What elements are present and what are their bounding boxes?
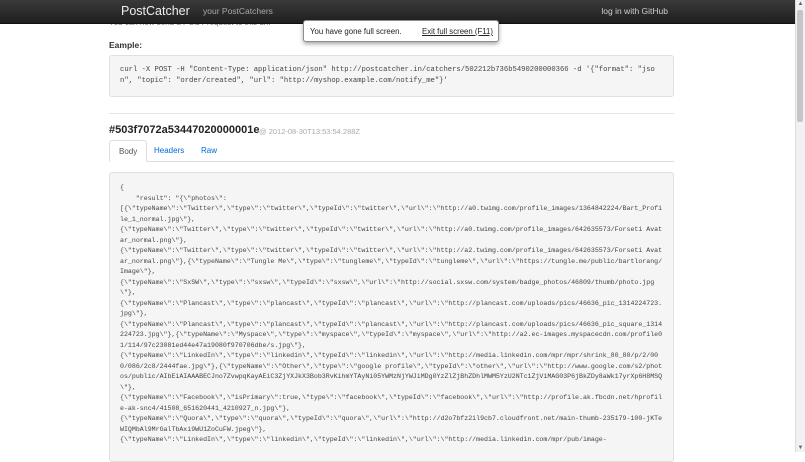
scroll-down-arrow-icon[interactable]: ▼ bbox=[797, 444, 804, 452]
your-postcatchers-link[interactable]: your PostCatchers bbox=[203, 6, 273, 16]
code-line: { bbox=[120, 184, 124, 191]
code-line: {\"typeName\":\"Twitter\",\"type\":\"twi… bbox=[120, 247, 663, 275]
code-line: {\"typeName\":\"Quora\",\"type\":\"quora… bbox=[120, 415, 663, 433]
scroll-up-arrow-icon[interactable]: ▲ bbox=[797, 0, 804, 8]
fullscreen-message: You have gone full screen. bbox=[310, 27, 402, 36]
catch-id-heading: #503f7072a53447020000001e bbox=[109, 124, 260, 136]
exit-fullscreen-link[interactable]: Exit full screen (F11) bbox=[422, 27, 493, 36]
brand-logo[interactable]: PostCatcher bbox=[121, 4, 190, 18]
code-line: {\"typeName\":\"SxSW\",\"type\":\"sxsw\"… bbox=[120, 278, 655, 297]
fullscreen-notice: You have gone full screen. Exit full scr… bbox=[303, 20, 499, 42]
section-divider bbox=[109, 113, 674, 114]
catch-tabs: Body Headers Raw bbox=[109, 140, 674, 162]
catch-timestamp: @ 2012-08-30T13:53:54.288Z bbox=[259, 127, 361, 136]
tab-body[interactable]: Body bbox=[109, 140, 148, 162]
github-login-link[interactable]: log in with GitHub bbox=[601, 6, 668, 16]
code-line: {\"typeName\":\"LinkedIn\",\"type\":\"li… bbox=[120, 352, 663, 391]
example-label: Eample: bbox=[109, 40, 143, 50]
example-code-block: curl -X POST -H "Content-Type: applicati… bbox=[109, 55, 674, 97]
scrollbar-thumb[interactable] bbox=[797, 10, 803, 122]
tab-raw[interactable]: Raw bbox=[192, 140, 226, 161]
code-line: {\"typeName\":\"LinkedIn\",\"type\":\"li… bbox=[120, 436, 607, 443]
code-line: [{\"typeName\":\"Twitter\",\"type\":\"tw… bbox=[120, 205, 663, 223]
tab-headers[interactable]: Headers bbox=[145, 140, 193, 161]
code-line: {\"typeName\":\"Plancast\",\"type\":\"pl… bbox=[120, 299, 663, 318]
vertical-scrollbar[interactable]: ▲ ▼ bbox=[795, 0, 805, 452]
code-line: "result": "{\"photos\": bbox=[120, 194, 227, 202]
code-line: {\"typeName\":\"Facebook\",\"isPrimary\"… bbox=[120, 394, 663, 412]
request-body-code-block: { "result": "{\"photos\": [{\"typeName\"… bbox=[109, 172, 674, 462]
code-line: {\"typeName\":\"Plancast\",\"type\":\"pl… bbox=[120, 320, 663, 349]
code-line: {\"typeName\":\"Twitter\",\"type\":\"twi… bbox=[120, 226, 663, 244]
